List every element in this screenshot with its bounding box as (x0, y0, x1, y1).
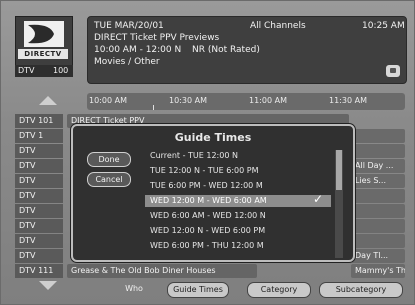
channel-name: DTV (19, 251, 36, 260)
channel-cell: DTV (15, 174, 63, 188)
cancel-button[interactable]: Cancel (87, 172, 131, 187)
guide-times-dialog: Guide Times Done Cancel Current - TUE 12… (71, 124, 355, 262)
scrollbar-thumb[interactable] (336, 150, 342, 190)
program-cell[interactable] (351, 219, 405, 233)
table-row[interactable]: DTV 111 Grease & The Old Bob Diner House… (15, 264, 405, 278)
program-cell[interactable] (351, 204, 405, 218)
program-time-range: 10:00 AM - 12:00 N (94, 45, 182, 55)
channel-name: DTV (19, 146, 36, 155)
program-cell[interactable]: Grease & The Old Bob Diner Houses (67, 264, 257, 278)
channel-cell: DTV (15, 234, 63, 248)
channel-name: DTV (19, 206, 36, 215)
list-item[interactable]: TUE 12:00 N - TUE 6:00 PM (145, 165, 331, 177)
scroll-down-arrow-icon[interactable] (39, 281, 57, 290)
channel-name: DTV (19, 131, 36, 140)
time-slot-label: 10:30 AM (169, 96, 207, 105)
channel-cell: DTV (15, 159, 63, 173)
program-category: Movies / Other (94, 57, 160, 67)
program-cell[interactable] (351, 189, 405, 203)
dialog-title: Guide Times (174, 131, 252, 144)
scroll-up-arrow-icon[interactable] (39, 96, 57, 105)
program-cell[interactable] (351, 129, 405, 143)
channel-cell: DTV 111 (15, 264, 63, 278)
guide-times-button[interactable]: Guide Times (167, 282, 229, 298)
time-slot-label: 11:00 AM (249, 96, 287, 105)
subcategory-button[interactable]: Subcategory (319, 282, 403, 298)
program-guide-screen: DIRECTV DTV 100 TUE MAR/20/01 All Channe… (0, 0, 415, 305)
program-cell[interactable]: Day Tl... (351, 249, 405, 263)
channel-number: 1 (38, 131, 44, 140)
channel-number: 111 (38, 266, 54, 275)
program-rating: NR (Not Rated) (192, 45, 260, 55)
done-button[interactable]: Done (87, 152, 131, 167)
list-scrollbar[interactable] (335, 150, 343, 258)
program-title: DIRECT Ticket PPV Previews (94, 33, 220, 43)
channel-name: DTV (19, 221, 36, 230)
channel-cell: DTV (15, 249, 63, 263)
channel-name: DTV (19, 236, 36, 245)
channel-name: DTV (19, 116, 36, 125)
channel-cell: DTV (15, 219, 63, 233)
list-item-label: WED 12:00 M - WED 6:00 AM (150, 196, 267, 205)
channel-cell: DTV 1 (15, 129, 63, 143)
who-button[interactable]: Who (109, 282, 159, 296)
logo-text: DIRECTV (18, 49, 68, 59)
directv-mark-icon (24, 21, 64, 47)
clock-label: 10:25 AM (362, 21, 405, 31)
checkmark-icon: ✓ (312, 192, 323, 206)
current-time-marker (153, 105, 154, 110)
guide-times-list[interactable]: Current - TUE 12:00 N TUE 12:00 N - TUE … (145, 150, 331, 258)
channel-number: 101 (38, 116, 54, 125)
channel-cell: DTV (15, 144, 63, 158)
program-cell[interactable]: Lies S... (351, 174, 405, 188)
channel-name: DTV (19, 161, 36, 170)
channel-filter-label: All Channels (250, 21, 306, 31)
date-label: TUE MAR/20/01 (94, 21, 164, 31)
time-slot-label: 11:30 AM (329, 96, 367, 105)
list-item[interactable]: TUE 6:00 PM - WED 12:00 M (145, 180, 331, 192)
program-cell[interactable]: Mammy's Th... (351, 264, 405, 278)
list-item[interactable]: WED 6:00 PM - THU 12:00 M (145, 240, 331, 252)
program-cell[interactable]: All Day ... (351, 159, 405, 173)
channel-name: DTV (19, 191, 36, 200)
current-channel-name: DTV (18, 66, 35, 75)
time-slot-label: 10:00 AM (89, 96, 127, 105)
list-item[interactable]: WED 12:00 N - WED 6:00 PM (145, 225, 331, 237)
program-cell[interactable] (351, 234, 405, 248)
current-channel-number: 100 (53, 66, 69, 75)
current-channel: DTV 100 (15, 65, 73, 77)
list-item-selected[interactable]: WED 12:00 M - WED 6:00 AM ✓ (145, 192, 331, 207)
channel-name: DTV (19, 176, 36, 185)
program-cell[interactable] (351, 144, 405, 158)
channel-name: DTV (19, 266, 36, 275)
lock-icon (386, 65, 400, 77)
list-item[interactable]: Current - TUE 12:00 N (145, 150, 331, 162)
timeline-bar: 10:00 AM 10:30 AM 11:00 AM 11:30 AM (87, 93, 405, 110)
category-button[interactable]: Category (247, 282, 311, 298)
channel-cell: DTV 101 (15, 114, 63, 128)
list-item[interactable]: WED 6:00 AM - WED 12:00 N (145, 210, 331, 222)
channel-cell: DTV (15, 204, 63, 218)
channel-cell: DTV (15, 189, 63, 203)
program-info-panel: TUE MAR/20/01 All Channels 10:25 AM DIRE… (87, 16, 407, 84)
